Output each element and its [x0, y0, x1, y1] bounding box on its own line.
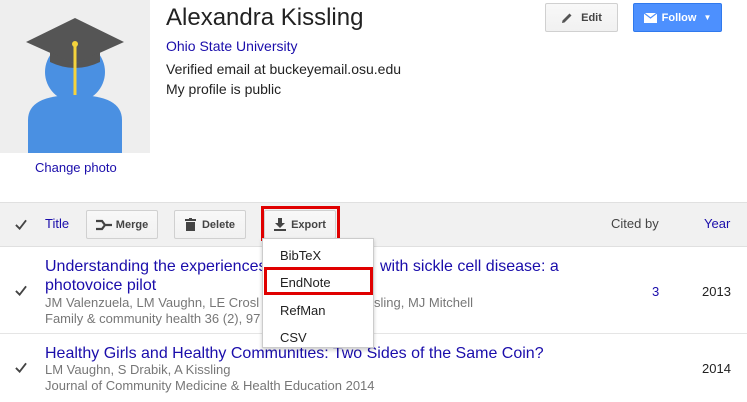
profile-name: Alexandra Kissling [166, 4, 364, 31]
publication-year: 2014 [702, 361, 731, 376]
select-all-checkbox[interactable] [15, 218, 27, 230]
publication-title[interactable]: Understanding the experiences [45, 257, 266, 276]
menu-item-csv[interactable]: CSV [280, 330, 307, 345]
follow-label: Follow [661, 11, 697, 24]
merge-icon [95, 219, 112, 230]
menu-item-bibtex[interactable]: BibTeX [280, 248, 321, 263]
pencil-icon [562, 13, 572, 23]
visibility-status: My profile is public [166, 81, 282, 97]
delete-button[interactable]: Delete [174, 210, 246, 239]
publication-title-line2[interactable]: photovoice pilot [45, 276, 156, 295]
checkmark-icon [15, 285, 27, 296]
year-column-header[interactable]: Year [704, 216, 730, 231]
publication-source: Journal of Community Medicine & Health E… [45, 378, 375, 393]
row-checkbox[interactable] [15, 361, 27, 373]
profile-photo[interactable] [0, 0, 150, 153]
checkmark-icon [15, 362, 27, 373]
merge-label: Merge [115, 218, 149, 231]
menu-item-refman[interactable]: RefMan [280, 303, 326, 318]
merge-button[interactable]: Merge [86, 210, 158, 239]
trash-icon [184, 218, 196, 231]
checkmark-icon [15, 219, 27, 230]
edit-button[interactable]: Edit [545, 3, 618, 32]
menu-item-endnote[interactable]: EndNote [280, 275, 331, 290]
cited-by-count[interactable]: 3 [652, 284, 659, 299]
chevron-down-icon: ▼ [703, 13, 712, 22]
follow-button[interactable]: Follow ▼ [633, 3, 722, 32]
publication-authors-tail: sling, MJ Mitchell [374, 295, 473, 310]
publication-year: 2013 [702, 284, 731, 299]
export-label: Export [291, 218, 326, 231]
graduate-avatar-icon [26, 18, 124, 153]
change-photo-link[interactable]: Change photo [35, 160, 117, 175]
publication-title-tail[interactable]: with sickle cell disease: a [380, 257, 559, 276]
publication-authors: LM Vaughn, S Drabik, A Kissling [45, 362, 231, 377]
publication-source: Family & community health 36 (2), 97 [45, 311, 261, 326]
publication-authors: JM Valenzuela, LM Vaughn, LE Crosl [45, 295, 260, 310]
delete-label: Delete [201, 218, 236, 231]
edit-label: Edit [581, 11, 602, 24]
email-status: Verified email at buckeyemail.osu.edu [166, 61, 402, 77]
envelope-icon [643, 12, 657, 23]
title-column-header[interactable]: Title [45, 216, 69, 231]
affiliation-link[interactable]: Ohio State University [166, 38, 298, 54]
export-dropdown-menu: BibTeX EndNote RefMan CSV [262, 238, 374, 348]
row-checkbox[interactable] [15, 284, 27, 296]
cited-by-column-header: Cited by [611, 216, 659, 231]
download-icon [274, 218, 287, 231]
export-button[interactable]: Export [264, 210, 336, 239]
